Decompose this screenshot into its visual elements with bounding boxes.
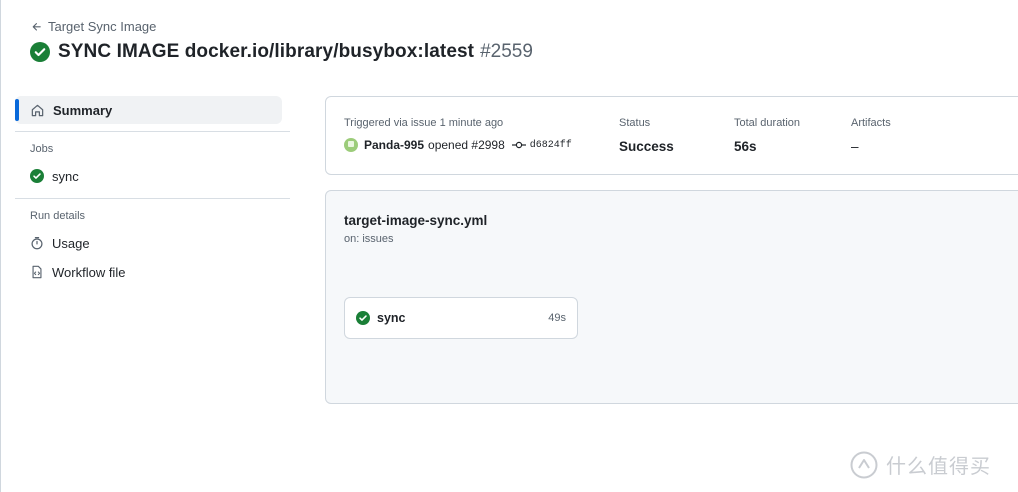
run-summary-card: Triggered via issue 1 minute ago Panda-9… [325,96,1018,175]
git-commit-icon [511,141,526,149]
trigger-column: Triggered via issue 1 minute ago Panda-9… [344,117,572,152]
sidebar: Summary Jobs sync Run details Usage Work… [15,96,290,285]
sidebar-item-label: Summary [53,102,113,118]
workflow-graph: target-image-sync.yml on: issues sync 49… [325,190,1018,404]
sidebar-item-workflow-file[interactable]: Workflow file [15,259,290,285]
back-link-label: Target Sync Image [48,19,157,34]
commit-sha-link[interactable]: d6824ff [530,140,572,151]
watermark-logo-icon [850,451,878,478]
watermark-text: 什么值得买 [886,456,991,478]
status-label: Status [619,117,651,129]
sidebar-item-usage[interactable]: Usage [15,230,290,256]
job-name: sync [377,311,406,325]
workflow-file-name: target-image-sync.yml [344,213,488,228]
duration-value: 56s [734,139,757,154]
stopwatch-icon [31,236,43,250]
back-link[interactable]: Target Sync Image [31,19,156,34]
jobs-heading: Jobs [30,143,54,155]
check-circle-icon [356,311,370,325]
status-value: Success [619,139,674,154]
trigger-label: Triggered via issue 1 minute ago [344,117,504,129]
sidebar-item-label: Workflow file [52,264,126,280]
run-number: #2559 [480,41,533,62]
sidebar-item-job-sync[interactable]: sync [15,163,290,189]
run-title: SYNC IMAGE docker.io/library/busybox:lat… [58,41,475,62]
arrow-left-icon [32,22,41,31]
run-details-heading: Run details [30,210,86,222]
sidebar-item-summary[interactable]: Summary [15,96,282,124]
trigger-user-link[interactable]: Panda-995 [364,138,424,152]
status-column: Status Success [619,117,674,154]
job-duration: 49s [548,312,566,324]
trigger-details: Panda-995 opened #2998 d6824ff [344,138,572,152]
duration-column: Total duration 56s [734,117,800,154]
workflow-trigger: on: issues [344,233,394,245]
file-code-icon [32,265,42,279]
artifacts-column: Artifacts – [851,117,891,154]
sidebar-item-label: Usage [52,235,90,251]
active-indicator [15,99,19,121]
home-icon [31,104,44,116]
page-title: SYNC IMAGE docker.io/library/busybox:lat… [30,41,533,63]
avatar[interactable] [344,138,358,152]
artifacts-label: Artifacts [851,117,891,129]
check-circle-icon [30,42,50,62]
job-node-sync[interactable]: sync 49s [344,297,578,339]
artifacts-value: – [851,139,859,154]
trigger-action-link[interactable]: opened #2998 [428,138,505,152]
watermark: 什么值得买 [850,450,991,479]
duration-label: Total duration [734,117,801,129]
check-circle-icon [30,169,44,183]
sidebar-item-label: sync [52,168,79,184]
